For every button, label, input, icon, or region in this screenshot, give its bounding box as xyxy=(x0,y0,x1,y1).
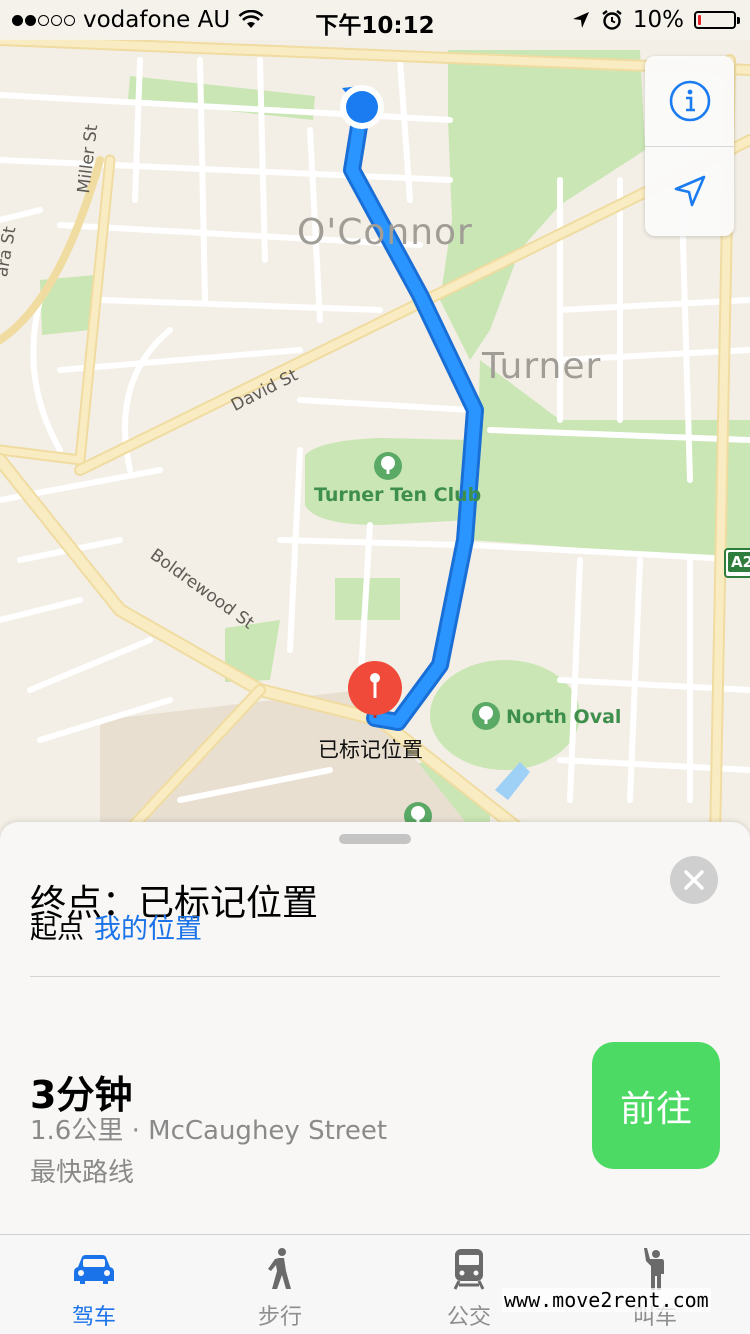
origin-label: 起点 xyxy=(30,913,84,945)
battery-level-fill xyxy=(698,15,701,25)
highway-shield-label: A2 xyxy=(728,552,750,572)
transport-mode-tab-bar: 驾车 步行 公交 叫车 xyxy=(0,1234,750,1334)
highway-shield-badge: A2 xyxy=(724,548,750,578)
tab-label: 步行 xyxy=(257,1305,302,1330)
map-canvas xyxy=(0,34,750,840)
tab-label: 驾车 xyxy=(71,1305,116,1330)
location-arrow-icon xyxy=(674,175,705,207)
origin-row[interactable]: 起点 我的位置 xyxy=(30,906,202,946)
car-icon xyxy=(74,1255,114,1284)
park-tree-icon[interactable] xyxy=(472,702,500,730)
close-button[interactable] xyxy=(670,856,718,904)
park-tree-icon[interactable] xyxy=(374,452,402,480)
route-note: 最快路线 xyxy=(30,1158,135,1188)
suburb-label-oconnor: O'Connor xyxy=(297,212,473,253)
status-bar: vodafone AU 下午10:12 10% xyxy=(0,0,750,40)
suburb-label-turner: Turner xyxy=(482,346,602,387)
battery-percent: 10% xyxy=(632,7,684,33)
location-arrow-icon xyxy=(572,12,589,28)
tab-label: 公交 xyxy=(446,1305,491,1330)
route-distance-via: 1.6公里 · McCaughey Street xyxy=(30,1116,388,1146)
watermark-text: www.move2rent.com xyxy=(502,1288,711,1312)
card-grabber-handle[interactable] xyxy=(339,834,411,844)
battery-icon xyxy=(694,11,740,29)
hail-ride-icon xyxy=(644,1248,664,1290)
poi-label-turner-ten-club[interactable]: Turner Ten Club xyxy=(314,484,481,506)
card-divider xyxy=(30,976,720,977)
poi-label-north-oval[interactable]: North Oval xyxy=(506,706,621,728)
map-controls xyxy=(645,56,734,236)
status-right: 10% xyxy=(571,7,740,33)
user-location-dot xyxy=(346,91,378,123)
train-icon xyxy=(453,1249,485,1290)
map-view[interactable]: O'Connor Turner Miller St David St Boldr… xyxy=(0,0,750,840)
walking-icon xyxy=(268,1248,291,1289)
origin-value-link[interactable]: 我的位置 xyxy=(94,907,202,946)
tab-walk[interactable]: 步行 xyxy=(220,1245,340,1333)
info-icon xyxy=(669,80,710,122)
close-icon xyxy=(684,870,704,890)
alarm-icon xyxy=(602,10,622,30)
go-button[interactable]: 前往 xyxy=(592,1042,720,1169)
tab-drive[interactable]: 驾车 xyxy=(34,1245,154,1333)
maps-directions-screen: O'Connor Turner Miller St David St Boldr… xyxy=(0,0,750,1334)
tracking-button[interactable] xyxy=(645,146,734,236)
directions-card[interactable]: 终点：已标记位置 起点 我的位置 3分钟 1.6公里 · McCaughey S… xyxy=(0,822,750,1234)
map-info-button[interactable] xyxy=(645,56,734,147)
park-area-turner-east xyxy=(470,360,750,560)
pin-label: 已标记位置 xyxy=(318,738,423,762)
